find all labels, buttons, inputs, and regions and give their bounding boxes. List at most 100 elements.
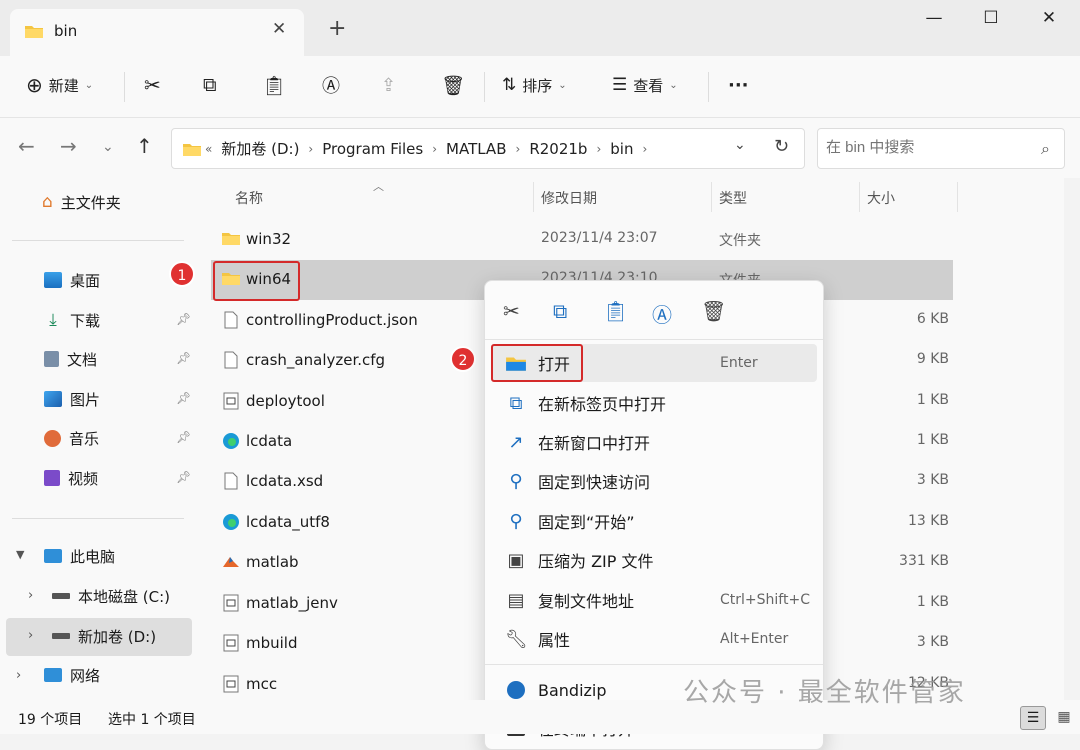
- pin-icon[interactable]: 📌︎: [176, 312, 191, 326]
- sidebar-item-desktop[interactable]: 桌面: [44, 262, 100, 298]
- delete-button[interactable]: 🗑︎: [441, 70, 465, 100]
- paste-button[interactable]: 📋︎: [262, 70, 286, 100]
- copy-path-icon: ▤: [507, 589, 525, 611]
- expand-chevron-icon[interactable]: ›: [28, 588, 33, 603]
- crumb-matlab[interactable]: MATLAB: [440, 140, 512, 158]
- view-icon: ☰: [612, 75, 628, 95]
- sidebar-item-home[interactable]: ⌂ 主文件夹: [42, 184, 121, 220]
- rename-icon[interactable]: Ⓐ: [652, 299, 672, 328]
- music-icon: [44, 429, 61, 447]
- sidebar-item-pictures[interactable]: 图片: [44, 381, 100, 417]
- copy-icon[interactable]: ⧉: [553, 299, 567, 323]
- expand-chevron-icon[interactable]: ▼: [16, 548, 24, 561]
- menu-item-open-new-window[interactable]: ↗ 在新窗口中打开: [491, 423, 817, 461]
- sidebar-item-documents[interactable]: 文档: [44, 341, 97, 377]
- crumb-bin[interactable]: bin: [604, 140, 639, 158]
- crumb-separator[interactable]: ›: [429, 142, 440, 156]
- close-tab-icon[interactable]: ✕: [272, 19, 286, 39]
- zip-icon: ▣: [507, 549, 525, 571]
- address-dropdown-icon[interactable]: ⌄: [734, 137, 746, 153]
- crumb-separator[interactable]: ›: [513, 142, 524, 156]
- sidebar-item-network[interactable]: 网络: [44, 657, 100, 693]
- menu-item-pin-quick-access[interactable]: ⚲ 固定到快速访问: [491, 462, 817, 500]
- column-divider[interactable]: [859, 182, 860, 212]
- more-button[interactable]: ···: [728, 70, 749, 100]
- pin-icon[interactable]: 📌︎: [176, 430, 191, 444]
- menu-item-open-new-tab[interactable]: ⧉ 在新标签页中打开: [491, 384, 817, 422]
- file-date: 2023/11/4 23:07: [541, 230, 658, 246]
- sort-button[interactable]: ⇅ 排序 ⌄: [502, 70, 567, 100]
- sidebar-item-this-pc[interactable]: 此电脑: [44, 538, 115, 574]
- plus-circle-icon: ⊕: [26, 73, 43, 97]
- expand-chevron-icon[interactable]: ›: [16, 668, 21, 683]
- refresh-icon[interactable]: ↻: [774, 136, 789, 157]
- maximize-button[interactable]: ☐: [971, 8, 1011, 32]
- forward-arrow-icon[interactable]: →: [60, 134, 77, 158]
- tab-title: bin: [54, 22, 78, 40]
- search-input[interactable]: [826, 139, 1026, 156]
- minimize-button[interactable]: —: [914, 8, 954, 32]
- edge-icon: [223, 433, 239, 449]
- crumb-separator[interactable]: ›: [593, 142, 604, 156]
- details-view-icon[interactable]: ☰: [1020, 706, 1046, 730]
- column-divider[interactable]: [957, 182, 958, 212]
- crumb-program-files[interactable]: Program Files: [316, 140, 429, 158]
- paste-icon[interactable]: 📋︎: [603, 299, 628, 323]
- rename-button[interactable]: Ⓐ: [322, 70, 340, 100]
- menu-label: 固定到“开始”: [538, 513, 635, 532]
- pin-icon[interactable]: 📌︎: [176, 470, 191, 484]
- file-name: lcdata_utf8: [246, 513, 330, 531]
- menu-shortcut: Enter: [720, 355, 758, 371]
- back-arrow-icon[interactable]: ←: [18, 134, 35, 158]
- cut-button[interactable]: ✂: [144, 70, 161, 100]
- address-bar[interactable]: « 新加卷 (D:) › Program Files › MATLAB › R2021…: [171, 128, 805, 169]
- crumb-r2021b[interactable]: R2021b: [523, 140, 593, 158]
- column-name[interactable]: 名称: [235, 188, 263, 208]
- menu-item-copy-path[interactable]: ▤ 复制文件地址 Ctrl+Shift+C: [491, 581, 817, 619]
- column-divider[interactable]: [533, 182, 534, 212]
- expand-chevron-icon[interactable]: ›: [28, 628, 33, 643]
- new-button[interactable]: ⊕ 新建 ⌄: [26, 70, 93, 100]
- menu-item-properties[interactable]: 🔧︎ 属性 Alt+Enter: [491, 620, 817, 658]
- column-size[interactable]: 大小: [867, 188, 895, 208]
- tiles-view-icon[interactable]: ▦: [1052, 706, 1076, 730]
- share-button[interactable]: ⇪: [381, 70, 396, 100]
- batch-file-icon: [223, 634, 239, 652]
- search-icon: ⌕: [1041, 139, 1050, 158]
- sidebar-item-drive-c[interactable]: 本地磁盘 (C:): [52, 578, 170, 614]
- sidebar-item-music[interactable]: 音乐: [44, 420, 99, 456]
- download-icon: ⤓: [49, 310, 57, 330]
- overflow-crumb[interactable]: «: [202, 142, 215, 156]
- tab-bin[interactable]: bin ✕: [10, 9, 304, 56]
- close-window-button[interactable]: ✕: [1029, 8, 1069, 32]
- pin-icon[interactable]: 📌︎: [176, 351, 191, 365]
- sidebar-item-drive-d[interactable]: 新加卷 (D:): [52, 618, 156, 654]
- new-tab-button[interactable]: +: [328, 16, 346, 41]
- cut-icon[interactable]: ✂: [503, 299, 520, 323]
- column-type[interactable]: 类型: [719, 188, 747, 208]
- copy-button[interactable]: ⧉: [203, 70, 217, 100]
- menu-divider: [485, 339, 823, 340]
- command-bar: ⊕ 新建 ⌄ ✂ ⧉ 📋︎ Ⓐ ⇪ 🗑︎ ⇅ 排序 ⌄ ☰ 查看 ⌄ ···: [0, 56, 1080, 118]
- pin-icon[interactable]: 📌︎: [176, 391, 191, 405]
- crumb-separator[interactable]: ›: [305, 142, 316, 156]
- document-icon: [44, 351, 59, 367]
- column-date[interactable]: 修改日期: [541, 188, 597, 208]
- crumb-separator[interactable]: ›: [639, 142, 650, 156]
- delete-icon[interactable]: 🗑︎: [701, 299, 726, 323]
- menu-item-compress-zip[interactable]: ▣ 压缩为 ZIP 文件: [491, 541, 817, 579]
- table-row[interactable]: win32 2023/11/4 23:07 文件夹: [211, 220, 953, 260]
- picture-icon: [44, 391, 62, 407]
- sidebar-item-videos[interactable]: 视频: [44, 460, 98, 496]
- file-name: controllingProduct.json: [246, 311, 418, 329]
- search-box[interactable]: ⌕: [817, 128, 1065, 169]
- column-divider[interactable]: [711, 182, 712, 212]
- menu-item-pin-start[interactable]: ⚲ 固定到“开始”: [491, 502, 817, 540]
- view-label: 查看: [633, 76, 664, 95]
- recent-chevron-icon[interactable]: ⌄: [102, 139, 114, 155]
- up-arrow-icon[interactable]: ↑: [136, 134, 153, 158]
- sidebar-item-downloads[interactable]: ⤓ 下载: [44, 302, 100, 338]
- crumb-drive[interactable]: 新加卷 (D:): [215, 138, 305, 159]
- share-icon: ⇪: [381, 74, 397, 96]
- view-button[interactable]: ☰ 查看 ⌄: [612, 70, 678, 100]
